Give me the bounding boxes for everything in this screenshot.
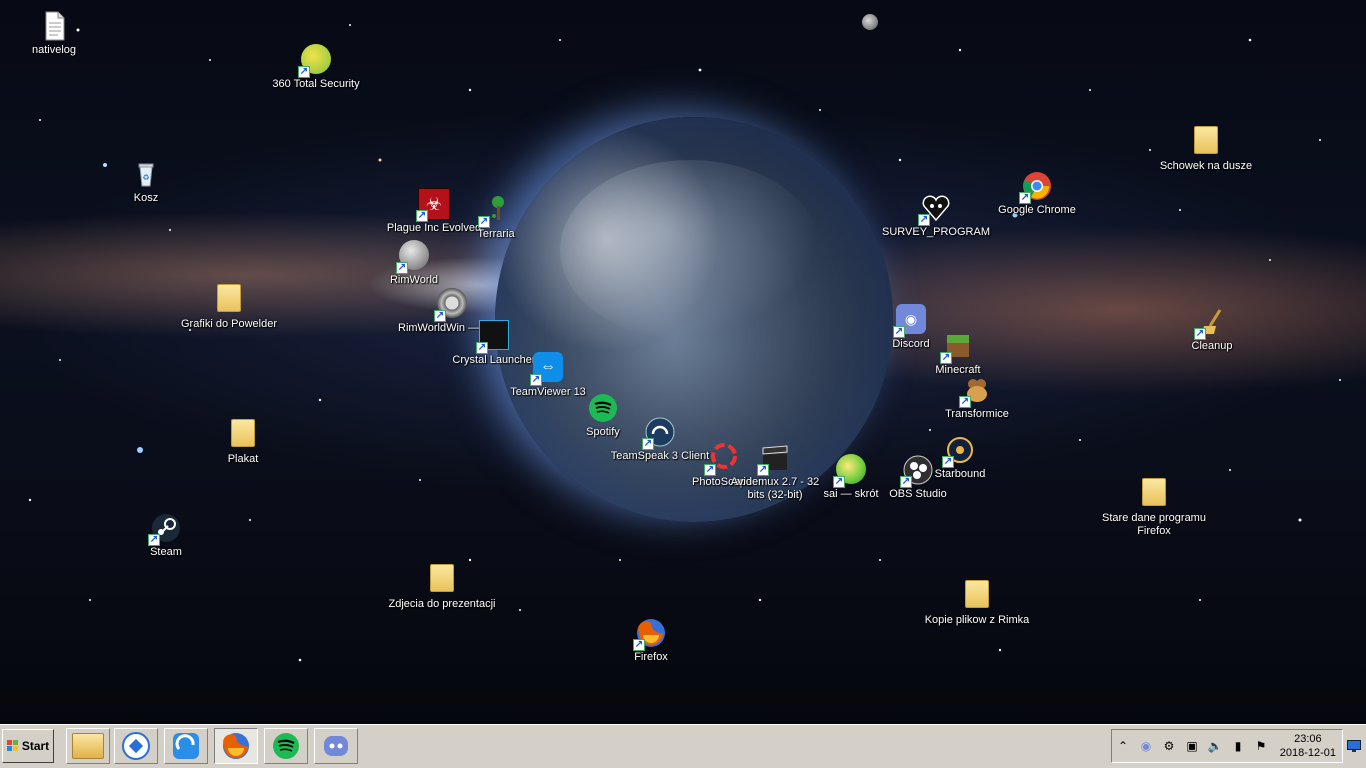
desktop-icon-terraria[interactable]: ↗ Terraria — [441, 194, 551, 241]
broom-icon: ↗ — [1194, 306, 1228, 340]
folder-icon — [1138, 478, 1170, 510]
folder-icon — [426, 564, 458, 596]
taskbar-firefox[interactable] — [214, 728, 258, 764]
windows-logo-icon — [6, 740, 19, 752]
desktop-icon-kopie-folder[interactable]: Kopie plikow z Rimka — [922, 580, 1032, 627]
discord-tray-icon[interactable]: ◉ — [1139, 739, 1153, 753]
teamviewer-icon: ⇔ ↗ — [530, 352, 564, 386]
rimworld-icon: ↗ — [396, 240, 430, 274]
icon-label: Grafiki do Powelder — [181, 318, 277, 330]
tree-icon: ↗ — [478, 194, 512, 228]
start-button[interactable]: Start — [2, 729, 54, 763]
start-label: Start — [21, 739, 50, 753]
desktop-icon-plakat-folder[interactable]: Plakat — [188, 419, 298, 466]
desktop-icon-google-chrome[interactable]: ↗ Google Chrome — [982, 170, 1092, 217]
desktop-icon-steam[interactable]: ↗ Steam — [111, 512, 221, 559]
clock-date: 2018-12-01 — [1279, 747, 1336, 759]
firefox-icon — [223, 733, 249, 759]
icon-label: Kosz — [133, 192, 159, 204]
app-icon — [122, 732, 150, 760]
desktop-icon-360-total-security[interactable]: ↗ 360 Total Security — [261, 44, 371, 91]
desktop-icon-nativelog[interactable]: nativelog — [0, 10, 109, 57]
taskbar-app-blue-arrow[interactable] — [164, 728, 208, 764]
desktop-icon-schowek-folder[interactable]: Schowek na dusze — [1151, 126, 1261, 173]
desktop[interactable]: nativelog ↗ 360 Total Security ♻ Kosz ☣ … — [0, 0, 1366, 724]
folder-icon — [227, 419, 259, 451]
moon-wallpaper — [862, 14, 878, 30]
chrome-icon: ↗ — [1019, 170, 1053, 204]
firefox-icon: ↗ — [633, 617, 667, 651]
network-signal-icon[interactable]: ▮ — [1231, 739, 1245, 753]
clock-time: 23:06 — [1294, 733, 1322, 745]
show-desktop-button[interactable] — [1346, 731, 1362, 761]
folder-icon — [1190, 126, 1222, 158]
icon-label: Google Chrome — [998, 204, 1076, 216]
crystal-launcher-icon: ↗ — [476, 320, 510, 354]
heart-mask-icon: ↗ — [918, 192, 952, 226]
icon-label: Stare dane programu Firefox — [1102, 512, 1206, 537]
folder-icon — [961, 580, 993, 612]
volume-icon[interactable]: 🔈 — [1208, 739, 1223, 753]
icon-label: 360 Total Security — [272, 78, 360, 90]
action-center-flag-icon[interactable]: ⚑ — [1254, 739, 1268, 753]
icon-label: Zdjecia do prezentacji — [388, 598, 496, 610]
desktop-icon-zdjecia-folder[interactable]: Zdjecia do prezentacji — [387, 564, 497, 611]
desktop-icon-rimworld[interactable]: ↗ RimWorld — [359, 240, 469, 287]
discord-icon — [324, 736, 348, 756]
steam-icon: ↗ — [148, 512, 182, 546]
monitor-icon — [1347, 740, 1361, 752]
starbound-icon: ↗ — [942, 434, 976, 468]
taskbar-file-explorer[interactable] — [66, 728, 110, 764]
folder-icon — [72, 733, 104, 759]
desktop-icon-recycle-bin[interactable]: ♻ Kosz — [91, 158, 201, 205]
text-file-icon — [38, 10, 70, 42]
desktop-icon-firefox[interactable]: ↗ Firefox — [596, 617, 706, 664]
icon-label: Plakat — [227, 453, 259, 465]
icon-label: OBS Studio — [889, 488, 947, 500]
icon-label: Firefox — [634, 651, 668, 663]
cheese-mouse-icon: ↗ — [959, 374, 993, 408]
icon-label: nativelog — [31, 44, 77, 56]
taskbar: Start ⌃ ◉ ⚙ ▣ 🔈 ▮ ⚑ 23:06 2018-12-01 — [0, 724, 1366, 768]
desktop-icon-survey-program[interactable]: ↗ SURVEY_PROGRAM — [881, 192, 991, 239]
icon-label: Kopie plikow z Rimka — [924, 614, 1030, 626]
icon-label: RimWorld — [389, 274, 439, 286]
svg-text:♻: ♻ — [142, 173, 149, 182]
icon-label: SURVEY_PROGRAM — [882, 226, 990, 238]
icon-label: Steam — [150, 546, 182, 558]
spotify-icon — [273, 733, 299, 759]
icon-label: Starbound — [934, 468, 986, 480]
taskbar-app-blue-round[interactable] — [114, 728, 158, 764]
desktop-icon-grafiki-folder[interactable]: Grafiki do Powelder — [174, 284, 284, 331]
grass-block-icon: ↗ — [940, 330, 974, 364]
rimworld-gear-icon: ↗ — [434, 288, 468, 322]
icon-label: Schowek na dusze — [1159, 160, 1253, 172]
icon-label: Cleanup — [1191, 340, 1233, 352]
icon-label: Transformice — [945, 408, 1009, 420]
recycle-bin-icon: ♻ — [130, 158, 162, 190]
desktop-icon-starbound[interactable]: ↗ Starbound — [905, 434, 1015, 481]
desktop-icon-minecraft[interactable]: ↗ Minecraft — [903, 330, 1013, 377]
planet-clouds — [560, 160, 820, 340]
device-tray-icon[interactable]: ▣ — [1185, 739, 1199, 753]
desktop-icon-cleanup[interactable]: ↗ Cleanup — [1157, 306, 1267, 353]
clock[interactable]: 23:06 2018-12-01 — [1280, 732, 1336, 760]
system-tray: ⌃ ◉ ⚙ ▣ 🔈 ▮ ⚑ 23:06 2018-12-01 — [1111, 729, 1343, 763]
shield-plus-icon: ↗ — [298, 44, 332, 78]
steam-tray-icon[interactable]: ⚙ — [1162, 739, 1176, 753]
desktop-icon-transformice[interactable]: ↗ Transformice — [922, 374, 1032, 421]
folder-icon — [213, 284, 245, 316]
taskbar-spotify[interactable] — [264, 728, 308, 764]
show-hidden-icons-chevron-icon[interactable]: ⌃ — [1116, 739, 1130, 753]
desktop-icon-stare-dane-folder[interactable]: Stare dane programu Firefox — [1094, 478, 1214, 538]
taskbar-discord[interactable] — [314, 728, 358, 764]
app-icon — [173, 733, 199, 759]
clapperboard-icon: ↗ — [757, 442, 791, 476]
